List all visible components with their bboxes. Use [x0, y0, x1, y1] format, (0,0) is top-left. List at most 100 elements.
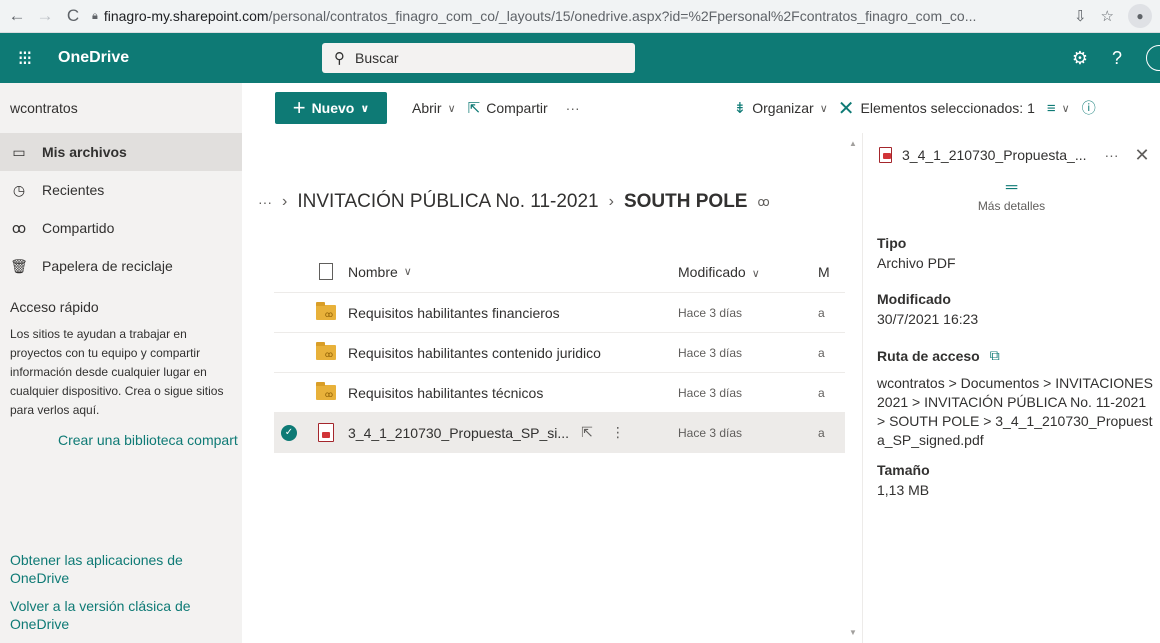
chevron-down-icon: ∨ [819, 102, 828, 115]
url-path: /personal/contratos_finagro_com_co/_layo… [268, 8, 977, 24]
list-header: Nombre ∨ Modificado ∨ M [274, 251, 854, 293]
list-scrollbar[interactable]: ▲ ▼ [845, 133, 862, 643]
copy-icon[interactable]: ⧉ [990, 347, 1000, 364]
list-item[interactable]: ꝏ Requisitos habilitantes técnicos Hace … [274, 373, 854, 413]
nav-label: Papelera de reciclaje [42, 258, 173, 274]
install-app-icon[interactable]: ⇩ [1074, 7, 1087, 25]
list-item[interactable]: ꝏ Requisitos habilitantes contenido juri… [274, 333, 854, 373]
file-list: Nombre ∨ Modificado ∨ M ꝏ Requisitos habil… [274, 251, 854, 453]
info-icon[interactable]: ⓘ [1082, 98, 1096, 118]
chevron-down-icon: ∨ [1061, 102, 1070, 115]
breadcrumb-parent[interactable]: INVITACIÓN PÚBLICA No. 11-2021 [297, 191, 598, 213]
open-label: Abrir [412, 100, 442, 116]
more-actions-icon[interactable]: ··· [566, 100, 580, 116]
breadcrumb-overflow[interactable]: ··· [258, 194, 272, 210]
shared-folder-icon: ꝏ [316, 302, 336, 320]
forward-arrow-icon[interactable]: → [36, 6, 54, 26]
scroll-down-icon[interactable]: ▼ [849, 628, 857, 637]
file-type-icon[interactable] [319, 263, 333, 280]
nav-recent[interactable]: ◷ Recientes [0, 171, 242, 209]
list-item-selected[interactable]: ✓ 3_4_1_210730_Propuesta_SP_si... ⇱ ⋮ Ha… [274, 413, 854, 453]
close-icon: ✕ [837, 97, 855, 120]
more-vertical-icon[interactable]: ⋮ [611, 424, 625, 441]
left-nav: wcontratos ▭ Mis archivos ◷ Recientes ꝏ … [0, 83, 242, 643]
column-name[interactable]: Nombre ∨ [348, 264, 678, 280]
plus-icon: + [292, 95, 306, 120]
lock-icon: 🔒︎ [92, 9, 98, 22]
nav-shared[interactable]: ꝏ Compartido [0, 209, 242, 247]
modified-label: Modificado [877, 291, 951, 307]
share-label: Compartir [486, 100, 548, 116]
file-list-area: ··· › INVITACIÓN PÚBLICA No. 11-2021 › S… [242, 133, 854, 643]
breadcrumb-current: SOUTH POLE [623, 191, 748, 212]
classic-experience-link[interactable]: Volver a la versión clásica de OneDrive [10, 597, 235, 633]
address-bar[interactable]: 🔒︎ finagro-my.sharepoint.com/personal/co… [92, 8, 1064, 24]
selected-count: Elementos seleccionados: 1 [860, 100, 1035, 116]
nav-label: Recientes [42, 182, 105, 198]
item-modified-by: a [818, 385, 825, 400]
app-launcher-icon[interactable]: ⁝⁝⁝ [0, 46, 48, 71]
shared-folder-icon: ꝏ [316, 342, 336, 360]
app-name[interactable]: OneDrive [48, 49, 312, 67]
share-icon[interactable]: ⇱ [581, 424, 593, 441]
item-modified: Hace 3 días [678, 385, 743, 400]
settings-gear-icon[interactable]: ⚙ [1072, 48, 1088, 69]
breadcrumb: ··· › INVITACIÓN PÚBLICA No. 11-2021 › S… [258, 191, 770, 213]
nav-label: Mis archivos [42, 144, 127, 160]
pdf-file-icon [318, 423, 334, 442]
list-item[interactable]: ꝏ Requisitos habilitantes financieros Ha… [274, 293, 854, 333]
path-value: wcontratos > Documentos > INVITACIONES 2… [877, 375, 1153, 448]
folder-icon: ▭ [12, 143, 26, 160]
search-box[interactable]: ⚲ Buscar [322, 43, 635, 73]
column-modified[interactable]: Modificado ∨ [678, 264, 818, 280]
scroll-up-icon[interactable]: ▲ [849, 139, 857, 148]
view-options-button[interactable]: ≡ ∨ [1047, 100, 1070, 117]
new-button[interactable]: + Nuevo ∨ [275, 92, 387, 124]
reload-icon[interactable]: C [64, 6, 82, 26]
star-icon[interactable]: ☆ [1101, 7, 1114, 25]
open-button[interactable]: Abrir ∨ [412, 100, 456, 116]
get-apps-link[interactable]: Obtener las aplicaciones de OneDrive [10, 551, 235, 587]
nav-recycle-bin[interactable]: 🗑︎ Papelera de reciclaje [0, 247, 242, 285]
account-avatar[interactable] [1146, 45, 1160, 71]
item-modified-by: a [818, 425, 825, 440]
item-name-cell: 3_4_1_210730_Propuesta_SP_si... ⇱ ⋮ [348, 424, 678, 441]
more-details-button[interactable]: ═ Más detalles [863, 179, 1160, 214]
item-modified: Hace 3 días [678, 305, 743, 320]
check-circle-icon[interactable]: ✓ [281, 424, 297, 441]
sort-button[interactable]: ⇟ Organizar ∨ [734, 99, 828, 117]
more-details-icon: ═ [1005, 179, 1018, 196]
item-modified-by: a [818, 345, 825, 360]
pdf-file-icon [879, 147, 892, 163]
people-icon: ꝏ [11, 219, 27, 236]
suite-bar: ⁝⁝⁝ OneDrive ⚲ Buscar ⚙ ? [0, 33, 1160, 83]
clock-icon: ◷ [12, 181, 26, 198]
item-name[interactable]: Requisitos habilitantes técnicos [348, 385, 678, 401]
details-header: 3_4_1_210730_Propuesta_... ··· ✕ [863, 133, 1160, 177]
more-actions-icon[interactable]: ··· [1105, 147, 1119, 163]
item-modified-by: a [818, 305, 825, 320]
create-library-link[interactable]: Crear una biblioteca compart [0, 420, 242, 448]
chevron-right-icon: › [608, 193, 614, 210]
sort-icon: ⇟ [733, 100, 747, 117]
back-arrow-icon[interactable]: ← [8, 6, 26, 26]
column-modified-by[interactable]: M [818, 264, 848, 280]
item-name[interactable]: 3_4_1_210730_Propuesta_SP_si... [348, 425, 569, 441]
user-name: wcontratos [10, 100, 78, 116]
item-name[interactable]: Requisitos habilitantes financieros [348, 305, 678, 321]
search-placeholder: Buscar [355, 50, 399, 66]
nav-my-files[interactable]: ▭ Mis archivos [0, 133, 242, 171]
chevron-down-icon: ∨ [360, 102, 370, 115]
more-details-label: Más detalles [977, 199, 1046, 213]
clear-selection-button[interactable]: ✕ Elementos seleccionados: 1 [838, 96, 1035, 121]
url-host: finagro-my.sharepoint.com [103, 8, 269, 24]
chevron-right-icon: › [282, 193, 288, 210]
close-icon[interactable]: ✕ [1135, 145, 1150, 166]
search-icon: ⚲ [334, 50, 345, 67]
profile-avatar[interactable]: ● [1128, 4, 1152, 28]
item-name[interactable]: Requisitos habilitantes contenido juridi… [348, 345, 678, 361]
quick-access-title: Acceso rápido [10, 299, 99, 315]
help-icon[interactable]: ? [1112, 48, 1122, 69]
chevron-down-icon: ∨ [447, 102, 456, 115]
share-button[interactable]: ⇱ Compartir [468, 99, 548, 117]
